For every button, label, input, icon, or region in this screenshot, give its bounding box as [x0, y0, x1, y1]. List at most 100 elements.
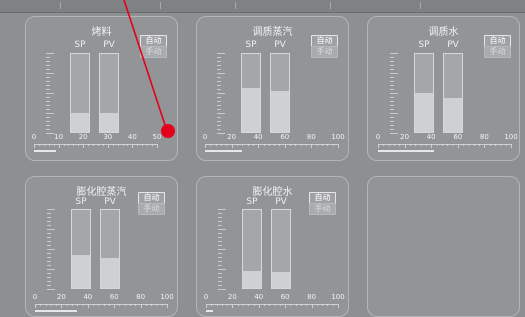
scale-tick-label: 100: [504, 133, 518, 141]
sp-bar-fill: [72, 255, 90, 288]
scale-minor-tick: [306, 304, 308, 306]
scale-minor-tick: [161, 304, 163, 306]
scale-tick: [390, 93, 398, 94]
pv-bar: [100, 209, 120, 289]
control-panel-expansion-steam: 膨化腔蒸汽 自动 手动 SP PV 0 20 40 60 80 100: [25, 176, 178, 317]
scale-minor-tick: [388, 144, 390, 146]
manual-button[interactable]: 手动: [140, 46, 167, 58]
scale-tick-label: 40: [83, 293, 93, 301]
scale-minor-tick: [332, 304, 334, 306]
scale-tick-label: 0: [203, 293, 209, 301]
scale-track-fill: [205, 150, 243, 152]
vertical-scale: [390, 53, 398, 134]
scale-tick: [217, 105, 221, 106]
scale-minor-tick: [447, 144, 449, 146]
scale-minor-tick: [279, 304, 281, 306]
scale-tick: [46, 125, 50, 126]
scale-tick: [218, 225, 222, 226]
scale-tick: [46, 113, 54, 114]
scale-minor-tick: [500, 144, 502, 146]
scale-major-tick: [431, 144, 433, 148]
scale-tick: [218, 281, 222, 282]
scale-tick: [46, 81, 50, 82]
scale-minor-tick: [68, 144, 70, 146]
scale-minor-tick: [124, 304, 126, 306]
manual-button[interactable]: 手动: [484, 46, 511, 58]
scale-minor-tick: [327, 304, 329, 306]
scale-tick: [46, 89, 50, 90]
scale-tick-label: 60: [280, 293, 290, 301]
sp-bar: [241, 53, 261, 133]
top-toolbar-strip: [0, 0, 525, 13]
scale-major-tick: [484, 144, 486, 148]
scale-tick: [217, 129, 221, 130]
manual-button[interactable]: 手动: [138, 203, 165, 215]
scale-major-tick: [87, 304, 89, 308]
scale-minor-tick: [210, 144, 212, 146]
scale-tick-label: 50: [152, 133, 162, 141]
scale-tick: [46, 57, 50, 58]
pv-bar-fill: [100, 113, 118, 132]
scale-tick: [218, 217, 222, 218]
scale-tick: [46, 73, 54, 74]
scale-tick: [390, 61, 394, 62]
scale-axis: [206, 304, 338, 305]
scale-tick: [218, 221, 222, 222]
scale-tick: [47, 261, 51, 262]
scale-minor-tick: [50, 304, 52, 306]
scale-tick: [218, 273, 222, 274]
vertical-scale: [218, 209, 226, 290]
scale-major-tick: [206, 304, 207, 308]
toolbar-divider: [235, 2, 236, 9]
scale-tick: [390, 121, 394, 122]
scale-tick: [47, 265, 51, 266]
scale-major-tick: [378, 144, 379, 148]
scale-tick: [46, 69, 50, 70]
scale-axis: [35, 304, 167, 305]
scale-minor-tick: [117, 144, 119, 146]
sp-bar-fill: [243, 270, 261, 288]
scale-tick: [217, 89, 221, 90]
scale-minor-tick: [103, 304, 105, 306]
scale-tick: [217, 81, 221, 82]
scale-minor-tick: [112, 144, 114, 146]
scale-minor-tick: [130, 304, 132, 306]
scale-major-tick: [157, 144, 158, 148]
scale-tick: [47, 277, 51, 278]
scale-minor-tick: [56, 304, 58, 306]
scale-tick-label: 80: [306, 133, 316, 141]
scale-tick-label: 80: [136, 293, 146, 301]
scale-minor-tick: [237, 304, 239, 306]
toolbar-divider: [60, 2, 61, 9]
scale-tick: [47, 257, 51, 258]
scale-major-tick: [311, 144, 313, 148]
scale-minor-tick: [290, 304, 292, 306]
sp-label: SP: [75, 197, 87, 207]
manual-button[interactable]: 手动: [311, 46, 338, 58]
scale-tick-label: 60: [280, 133, 290, 141]
scale-tick: [47, 217, 51, 218]
scale-tick: [47, 245, 51, 246]
manual-button[interactable]: 手动: [309, 203, 336, 215]
scale-tick: [47, 221, 51, 222]
scale-minor-tick: [93, 144, 95, 146]
scale-tick: [217, 77, 221, 78]
scale-tick: [390, 73, 398, 74]
scale-tick: [46, 65, 50, 66]
scale-tick: [390, 81, 394, 82]
scale-track-fill: [35, 310, 78, 312]
toolbar-divider: [420, 2, 421, 9]
control-panel-feed: 烤料 自动 手动 SP PV 0 10 20 30 40 50: [25, 16, 178, 161]
pv-bar-fill: [271, 91, 289, 132]
scale-tick: [390, 89, 394, 90]
scale-minor-tick: [295, 144, 297, 146]
scale-minor-tick: [137, 144, 139, 146]
scale-major-tick: [311, 304, 313, 308]
pv-label: PV: [103, 40, 115, 50]
scale-major-tick: [114, 304, 116, 308]
scale-major-tick: [258, 304, 260, 308]
scale-tick: [46, 101, 50, 102]
scale-tick: [390, 117, 394, 118]
scale-minor-tick: [215, 144, 217, 146]
scale-tick: [218, 237, 222, 238]
